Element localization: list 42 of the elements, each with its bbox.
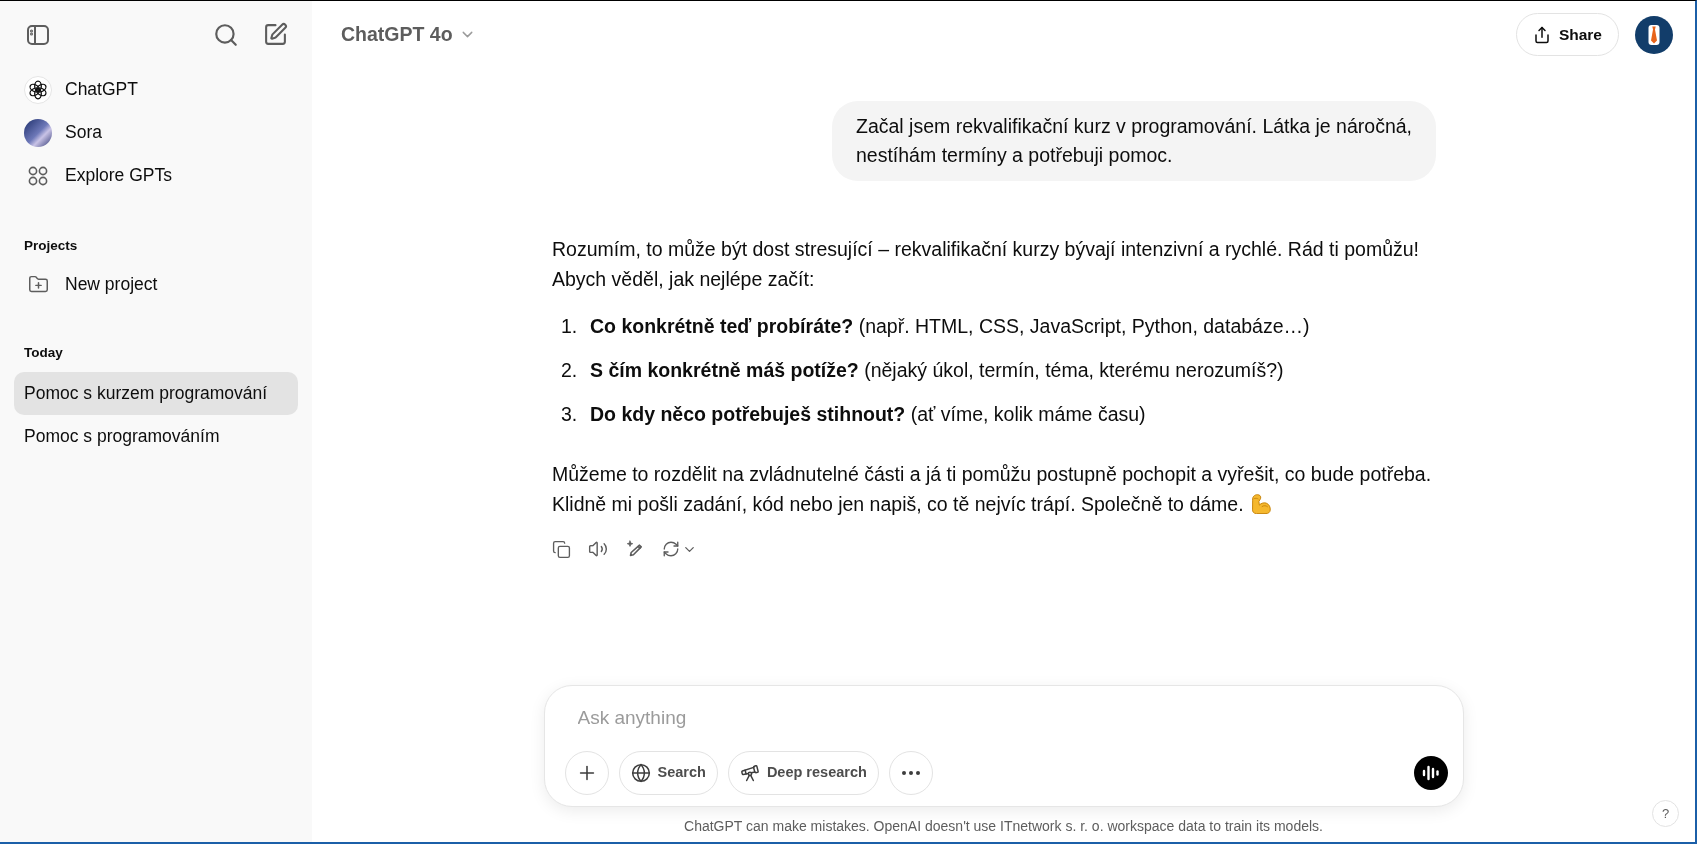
chat-history-item[interactable]: Pomoc s kurzem programování bbox=[14, 372, 298, 415]
user-message-bubble: Začal jsem rekvalifikační kurz v programování. Látka je náročná, nestíhám termíny a potřebuji pomoc. bbox=[832, 101, 1436, 181]
list-item-text: S čím konkrétně máš potíže? (nějaký úkol, termín, téma, kterému nerozumíš?) bbox=[590, 358, 1284, 383]
flexed-arm-icon bbox=[1250, 494, 1271, 514]
section-heading: Projects bbox=[23, 236, 79, 255]
folder-plus-icon bbox=[27, 273, 49, 295]
message-text: Klidně mi pošli zadání, kód nebo jen napiš, co tě nejvíc trápí. Společně to dáme. bbox=[552, 492, 1244, 517]
upload-icon bbox=[1532, 25, 1551, 44]
speaker-icon[interactable] bbox=[588, 539, 608, 559]
sidebar-item[interactable]: New project bbox=[14, 263, 298, 305]
model-selector[interactable]: ChatGPT 4o bbox=[341, 19, 476, 50]
sidebar-item[interactable]: Explore GPTs bbox=[14, 154, 298, 197]
refresh-icon[interactable] bbox=[662, 540, 680, 558]
message-input[interactable]: Ask anything bbox=[577, 705, 1448, 731]
message-text: Rozumím, to může být dost stresující – rekvalifikační kurzy bývají intenzivní a rychlé. Rád ti pomůžu! bbox=[552, 237, 1419, 262]
knot-logo-icon bbox=[24, 75, 52, 104]
telescope-icon bbox=[739, 763, 760, 783]
section-heading: Today bbox=[23, 343, 64, 362]
list-item-text: Do kdy něco potřebuješ stihnout? (ať víme, kolik máme času) bbox=[590, 402, 1146, 427]
message-text: Můžeme to rozdělit na zvládnutelné části a já ti pomůžu postupně pochopit a vyřešit, co bude potřeba. bbox=[552, 462, 1432, 487]
message-text: Abych věděl, jak nejlépe začít: bbox=[552, 267, 815, 292]
copy-icon[interactable] bbox=[552, 539, 571, 559]
list-item-text: Co konkrétně teď probíráte? (např. HTML, CSS, JavaScript, Python, databáze…) bbox=[590, 314, 1310, 339]
new-chat-icon[interactable] bbox=[263, 22, 288, 47]
gradient-avatar-icon bbox=[24, 118, 52, 147]
disclaimer-text: ChatGPT can make mistakes. OpenAI doesn't use ITnetwork s. r. o. workspace data to train its models. bbox=[684, 817, 1323, 835]
list-number: 2. bbox=[561, 358, 579, 383]
tie-avatar-icon[interactable] bbox=[1635, 15, 1673, 54]
list-number: 1. bbox=[561, 314, 579, 339]
chat-history-item[interactable]: Pomoc s programováním bbox=[14, 415, 298, 458]
sidebar-item[interactable]: Sora bbox=[14, 111, 298, 154]
grid-circles-icon bbox=[28, 165, 48, 186]
sidebar-toggle-icon[interactable] bbox=[26, 22, 50, 47]
list-number: 3. bbox=[561, 402, 579, 427]
pencil-sparkle-icon[interactable] bbox=[625, 539, 645, 559]
search-icon[interactable] bbox=[213, 21, 239, 48]
waveform-icon bbox=[1421, 765, 1440, 781]
globe-icon bbox=[630, 763, 651, 783]
ellipsis-icon bbox=[901, 771, 920, 775]
sidebar-item[interactable]: ChatGPT bbox=[14, 68, 298, 111]
help-button[interactable]: ? bbox=[1652, 800, 1679, 827]
voice-button[interactable] bbox=[1413, 756, 1448, 790]
